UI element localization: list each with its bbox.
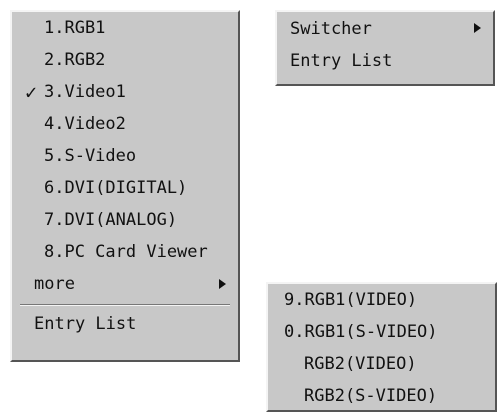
menu-separator	[20, 304, 230, 306]
menu-item-rgb2-video[interactable]: RGB2(VIDEO)	[268, 348, 495, 380]
menu-item-s-video[interactable]: 5.S-Video	[12, 140, 238, 172]
submenu-arrow-icon	[474, 23, 481, 33]
more-submenu: 9.RGB1(VIDEO) 0.RGB1(S-VIDEO) RGB2(VIDEO…	[266, 282, 497, 412]
menu-item-pc-card-viewer[interactable]: 8.PC Card Viewer	[12, 236, 238, 268]
menu-item-rgb1[interactable]: 1.RGB1	[12, 12, 238, 44]
menu-item-rgb2[interactable]: 2.RGB2	[12, 44, 238, 76]
menu-item-dvi-analog[interactable]: 7.DVI(ANALOG)	[12, 204, 238, 236]
menu-item-entry-list[interactable]: Entry List	[277, 44, 493, 76]
menu-item-video2[interactable]: 4.Video2	[12, 108, 238, 140]
checkmark-icon: ✓	[24, 80, 38, 104]
menu-item-switcher[interactable]: Switcher	[277, 12, 493, 44]
submenu-arrow-icon	[219, 279, 226, 289]
menu-item-rgb1-s-video[interactable]: 0.RGB1(S-VIDEO)	[268, 316, 495, 348]
switcher-menu: Switcher Entry List	[275, 10, 495, 86]
menu-item-rgb2-s-video[interactable]: RGB2(S-VIDEO)	[268, 380, 495, 412]
source-menu: 1.RGB1 2.RGB2 ✓ 3.Video1 4.Video2 5.S-Vi…	[10, 10, 240, 362]
menu-item-dvi-digital[interactable]: 6.DVI(DIGITAL)	[12, 172, 238, 204]
menu-item-rgb1-video[interactable]: 9.RGB1(VIDEO)	[268, 284, 495, 316]
menu-item-more[interactable]: more	[12, 268, 238, 300]
menu-item-entry-list[interactable]: Entry List	[12, 308, 238, 340]
menu-item-video1[interactable]: ✓ 3.Video1	[12, 76, 238, 108]
